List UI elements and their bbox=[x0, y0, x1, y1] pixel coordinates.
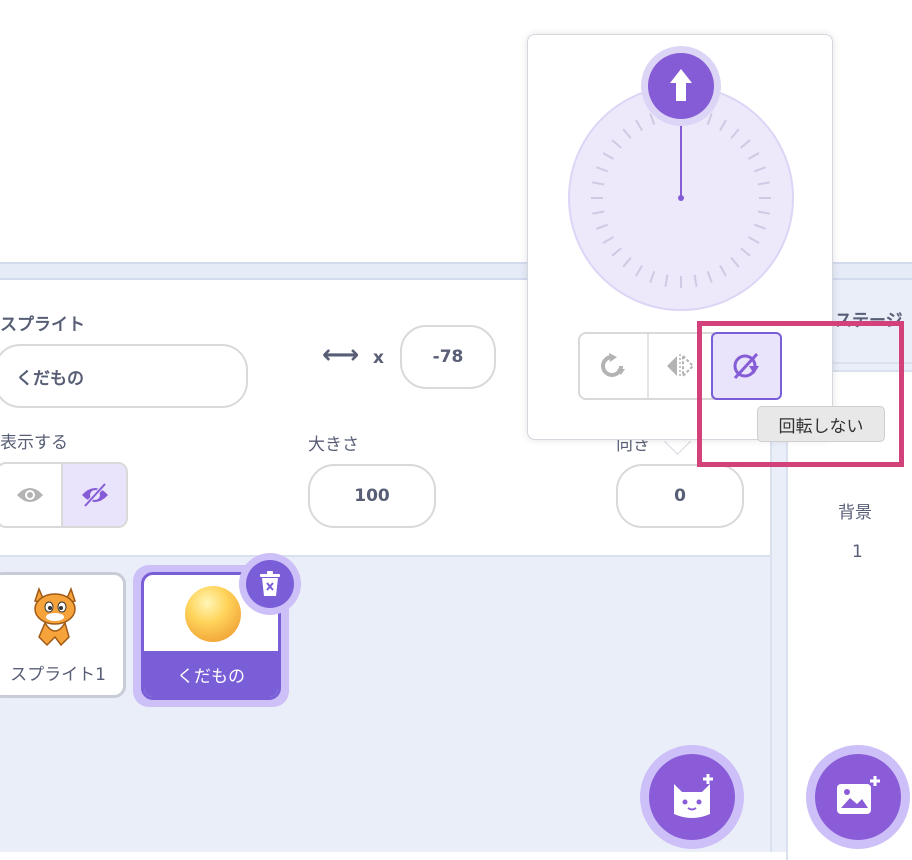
x-position-icon: ⟷ bbox=[322, 340, 360, 370]
backdrops-label: 背景 bbox=[838, 503, 872, 523]
annotation-highlight-box bbox=[697, 321, 904, 467]
hide-button[interactable] bbox=[61, 464, 126, 526]
cat-sprite-thumbnail bbox=[34, 586, 76, 647]
eye-icon bbox=[16, 488, 43, 502]
sprite-tile-sprite1[interactable]: スプライト1 bbox=[0, 572, 126, 698]
flip-horizontal-icon bbox=[667, 354, 695, 378]
rotate-all-around-button[interactable] bbox=[580, 334, 647, 398]
sprite-tile-label: くだもの bbox=[144, 651, 278, 697]
add-sprite-button[interactable] bbox=[649, 754, 735, 840]
sprite-label: スプライト bbox=[0, 315, 85, 335]
direction-dial[interactable] bbox=[566, 45, 796, 315]
size-input[interactable]: 100 bbox=[308, 464, 436, 528]
trash-icon bbox=[260, 571, 280, 596]
image-add-icon bbox=[837, 776, 880, 814]
eye-slash-icon bbox=[81, 482, 108, 508]
x-position-input[interactable]: -78 bbox=[400, 325, 496, 389]
delete-sprite-button[interactable] bbox=[246, 560, 294, 608]
x-label: x bbox=[373, 348, 384, 368]
visibility-toggle bbox=[0, 462, 128, 528]
cat-add-icon bbox=[674, 774, 713, 818]
add-backdrop-button[interactable] bbox=[815, 754, 901, 840]
sprite-name-input[interactable]: くだもの bbox=[0, 344, 248, 408]
fruit-sprite-thumbnail bbox=[185, 586, 241, 642]
show-button[interactable] bbox=[0, 464, 61, 526]
size-label: 大きさ bbox=[308, 435, 359, 455]
rotate-icon bbox=[601, 353, 626, 377]
sprite-tile-label: スプライト1 bbox=[10, 664, 106, 685]
show-label: 表示する bbox=[0, 433, 68, 453]
direction-input[interactable]: 0 bbox=[616, 464, 744, 528]
backdrops-count: 1 bbox=[852, 542, 863, 562]
